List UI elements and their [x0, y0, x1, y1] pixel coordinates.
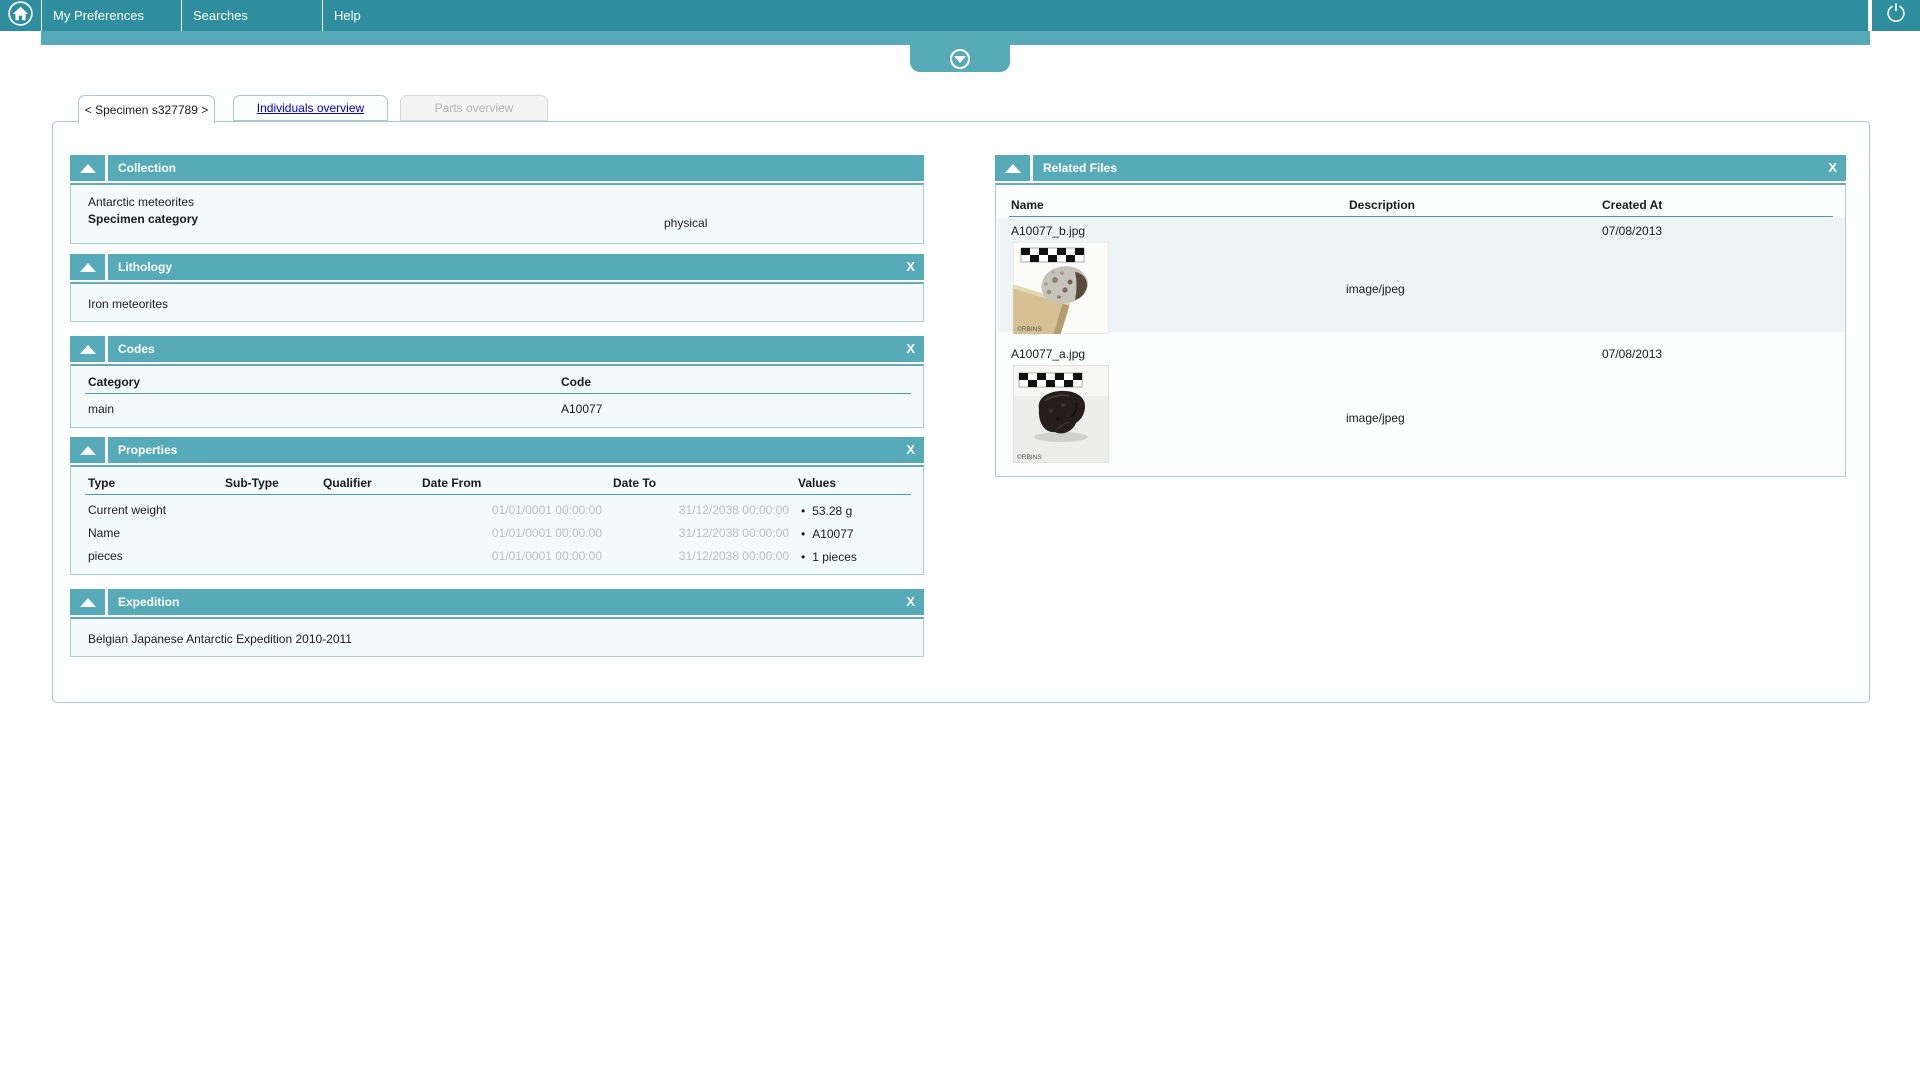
chevron-up-icon: [79, 163, 96, 173]
chevron-up-icon: [1004, 163, 1021, 173]
watermark: ©RBINS: [1017, 453, 1042, 461]
expedition-panel-header: Expedition X: [70, 589, 924, 615]
menu-expand-button[interactable]: [910, 45, 1010, 72]
logout-button[interactable]: [1872, 0, 1920, 31]
property-date-to: 31/12/2038 00:00:00: [678, 503, 789, 517]
property-date-from: 01/01/0001 00:00:00: [491, 503, 602, 517]
expedition-close-button[interactable]: X: [906, 589, 915, 615]
collection-panel-header: Collection: [70, 155, 924, 181]
files-header-divider: [1009, 216, 1833, 217]
properties-header-qualifier: Qualifier: [323, 476, 372, 490]
properties-header-values: Values: [798, 476, 837, 490]
files-header-created-at: Created At: [1602, 198, 1663, 212]
file-created-at: 07/08/2013: [1602, 224, 1663, 238]
properties-collapse-button[interactable]: [70, 437, 108, 463]
collection-value: Antarctic meteorites: [88, 195, 195, 209]
nav-item-my-preferences[interactable]: My Preferences: [42, 0, 182, 31]
properties-close-button[interactable]: X: [906, 437, 915, 463]
expedition-collapse-button[interactable]: [70, 589, 108, 615]
lithology-value: Iron meteorites: [88, 297, 169, 311]
file-description: image/jpeg: [1346, 282, 1405, 296]
file-row: [997, 218, 1845, 332]
lithology-collapse-button[interactable]: [70, 254, 108, 280]
codes-panel-body: Category Code main A10077: [70, 364, 924, 428]
specimen-category-label: Specimen category: [88, 212, 199, 226]
property-date-to: 31/12/2038 00:00:00: [678, 549, 789, 563]
secondary-bar: [41, 31, 1870, 45]
properties-header-type: Type: [88, 476, 116, 490]
collection-collapse-button[interactable]: [70, 155, 108, 181]
file-thumbnail-meteorite-on-block[interactable]: ©RBINS: [998, 241, 1110, 354]
chevron-up-icon: [79, 445, 96, 455]
properties-panel-header: Properties X: [70, 437, 924, 463]
files-header-name: Name: [1011, 198, 1044, 212]
related-files-collapse-button[interactable]: [995, 155, 1033, 181]
file-created-at: 07/08/2013: [1602, 347, 1663, 361]
property-type: Name: [88, 526, 121, 540]
chevron-up-icon: [79, 262, 96, 272]
top-navbar: My Preferences Searches Help: [0, 0, 1868, 31]
properties-panel-body: Type Sub-Type Qualifier Date From Date T…: [70, 465, 924, 575]
expedition-value: Belgian Japanese Antarctic Expedition 20…: [88, 632, 352, 646]
properties-header-datefrom: Date From: [422, 476, 482, 490]
specimen-category-value: physical: [664, 216, 708, 230]
tab-specimen[interactable]: < Specimen s327789 >: [78, 95, 215, 123]
properties-header-divider: [85, 494, 911, 495]
related-files-panel-title: Related Files: [1043, 161, 1118, 175]
collection-panel-title: Collection: [118, 161, 177, 175]
properties-header-subtype: Sub-Type: [225, 476, 279, 490]
property-type: pieces: [88, 549, 123, 563]
property-date-to: 31/12/2038 00:00:00: [678, 526, 789, 540]
collection-panel-body: Antarctic meteorites Specimen category p…: [70, 183, 924, 244]
file-name[interactable]: A10077_b.jpg: [1011, 224, 1085, 238]
file-description: image/jpeg: [1346, 411, 1405, 425]
tab-parts-overview: Parts overview: [400, 95, 548, 121]
home-icon: [7, 0, 34, 32]
file-thumbnail-dark-meteorite[interactable]: ©RBINS: [1012, 364, 1110, 466]
codes-header-category: Category: [88, 375, 141, 389]
nav-item-searches[interactable]: Searches: [182, 0, 323, 31]
properties-panel-title: Properties: [118, 443, 178, 457]
codes-collapse-button[interactable]: [70, 336, 108, 362]
codes-row-code: A10077: [561, 402, 603, 416]
expedition-panel-title: Expedition: [118, 595, 180, 609]
property-type: Current weight: [88, 503, 167, 517]
property-value: • 53.28 g: [801, 504, 853, 518]
codes-panel-header: Codes X: [70, 336, 924, 362]
codes-header-code: Code: [561, 375, 591, 389]
watermark: ©RBINS: [1017, 325, 1042, 333]
lithology-close-button[interactable]: X: [906, 254, 915, 280]
property-value: • A10077: [801, 527, 854, 541]
expedition-panel-body: Belgian Japanese Antarctic Expedition 20…: [70, 617, 924, 657]
property-value: • 1 pieces: [801, 550, 857, 564]
power-icon: [1885, 2, 1907, 29]
chevron-down-icon: [950, 48, 970, 69]
related-files-panel-body: Name Description Created At A10077_b.jpg…: [995, 183, 1846, 477]
lithology-panel-header: Lithology X: [70, 254, 924, 280]
chevron-up-icon: [79, 597, 96, 607]
properties-header-dateto: Date To: [613, 476, 657, 490]
nav-item-help[interactable]: Help: [323, 0, 464, 31]
related-files-close-button[interactable]: X: [1828, 155, 1837, 181]
files-header-description: Description: [1349, 198, 1416, 212]
scale-bar-icon: [1018, 372, 1083, 388]
chevron-up-icon: [79, 344, 96, 354]
lithology-panel-title: Lithology: [118, 260, 172, 274]
tab-individuals-overview[interactable]: Individuals overview: [233, 95, 388, 121]
codes-panel-title: Codes: [118, 342, 155, 356]
property-date-from: 01/01/0001 00:00:00: [491, 549, 602, 563]
home-button[interactable]: [0, 0, 42, 31]
file-name[interactable]: A10077_a.jpg: [1011, 347, 1085, 361]
codes-close-button[interactable]: X: [906, 336, 915, 362]
codes-row-category: main: [88, 402, 115, 416]
related-files-panel-header: Related Files X: [995, 155, 1846, 181]
lithology-panel-body: Iron meteorites: [70, 282, 924, 322]
property-date-from: 01/01/0001 00:00:00: [491, 526, 602, 540]
scale-bar-icon: [1020, 247, 1085, 263]
codes-header-divider: [85, 393, 911, 394]
